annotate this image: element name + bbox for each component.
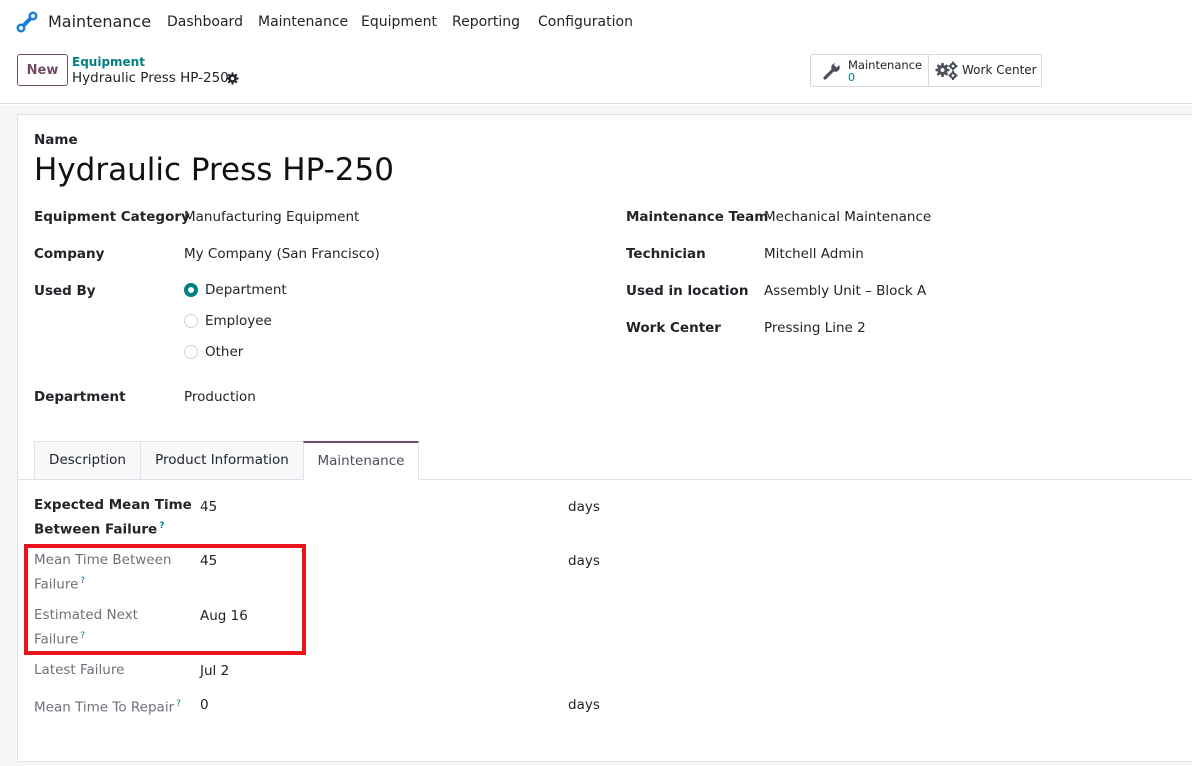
name-label: Name — [34, 132, 78, 148]
used-by-other-radio[interactable] — [184, 345, 198, 359]
department-field[interactable]: Production — [184, 389, 256, 405]
used-by-department-radio[interactable] — [184, 283, 198, 297]
control-panel: New Equipment Hydraulic Press HP-250 Mai… — [0, 46, 1192, 104]
expected-mtbf-unit: days — [568, 499, 600, 515]
menu-configuration[interactable]: Configuration — [538, 14, 633, 30]
department-label: Department — [34, 389, 126, 405]
work-center-field[interactable]: Pressing Line 2 — [764, 320, 866, 336]
tab-maintenance[interactable]: Maintenance — [303, 441, 419, 480]
help-tooltip-icon[interactable]: ? — [176, 699, 181, 709]
breadcrumb-current-record: Hydraulic Press HP-250 — [72, 70, 229, 86]
smart-buttons: Maintenance 0 Work Center — [810, 54, 1042, 87]
expected-mtbf-label: Expected Mean Time Between Failure? — [34, 495, 192, 541]
used-by-label: Used By — [34, 283, 96, 299]
maintenance-team-label: Maintenance Team — [626, 209, 769, 225]
menu-maintenance[interactable]: Maintenance — [258, 14, 348, 30]
used-by-employee-option[interactable]: Employee — [205, 313, 272, 329]
used-in-location-field[interactable]: Assembly Unit – Block A — [764, 283, 926, 299]
latest-failure-label: Latest Failure — [34, 662, 125, 678]
technician-field[interactable]: Mitchell Admin — [764, 246, 864, 262]
wrench-icon — [823, 61, 841, 80]
menu-reporting[interactable]: Reporting — [452, 14, 520, 30]
used-by-department-option[interactable]: Department — [205, 282, 287, 298]
mtbf-unit: days — [568, 553, 600, 569]
mttr-label: Mean Time To Repair? — [34, 694, 181, 719]
app-name[interactable]: Maintenance — [48, 12, 151, 31]
equipment-name-field[interactable]: Hydraulic Press HP-250 — [34, 152, 394, 188]
mttr-unit: days — [568, 697, 600, 713]
top-navbar: Maintenance Dashboard Maintenance Equipm… — [0, 0, 1192, 46]
technician-label: Technician — [626, 246, 706, 262]
maintenance-smart-button[interactable]: Maintenance 0 — [811, 55, 929, 86]
mttr-label-text: Mean Time To Repair — [34, 699, 175, 716]
expected-mtbf-label-line2: Between Failure — [34, 521, 158, 538]
maintenance-smart-label: Maintenance — [848, 58, 923, 72]
used-by-other-option[interactable]: Other — [205, 344, 243, 360]
maintenance-app-icon[interactable] — [15, 10, 39, 34]
work-center-smart-button[interactable]: Work Center — [929, 55, 1041, 86]
breadcrumb-equipment-link[interactable]: Equipment — [72, 55, 145, 69]
tab-description[interactable]: Description — [34, 441, 141, 480]
used-by-employee-radio[interactable] — [184, 314, 198, 328]
help-tooltip-icon[interactable]: ? — [159, 521, 164, 531]
mttr-value: 0 — [200, 697, 209, 713]
equipment-category-field[interactable]: Manufacturing Equipment — [184, 209, 359, 225]
gear-icon[interactable] — [226, 72, 239, 85]
menu-equipment[interactable]: Equipment — [361, 14, 437, 30]
highlight-box — [24, 544, 306, 655]
company-field[interactable]: My Company (San Francisco) — [184, 246, 380, 262]
work-center-smart-label: Work Center — [962, 63, 1037, 77]
expected-mtbf-field[interactable]: 45 — [200, 499, 217, 515]
work-center-label: Work Center — [626, 320, 721, 336]
tab-product-information[interactable]: Product Information — [140, 441, 304, 480]
new-button[interactable]: New — [17, 54, 68, 86]
latest-failure-value: Jul 2 — [200, 663, 230, 679]
expected-mtbf-label-line1: Expected Mean Time — [34, 497, 192, 513]
company-label: Company — [34, 246, 105, 262]
maintenance-count: 0 — [848, 71, 855, 84]
cogs-icon — [935, 61, 958, 80]
maintenance-team-field[interactable]: Mechanical Maintenance — [764, 209, 931, 225]
used-in-location-label: Used in location — [626, 283, 749, 299]
equipment-category-label: Equipment Category — [34, 209, 190, 225]
menu-dashboard[interactable]: Dashboard — [167, 14, 243, 30]
